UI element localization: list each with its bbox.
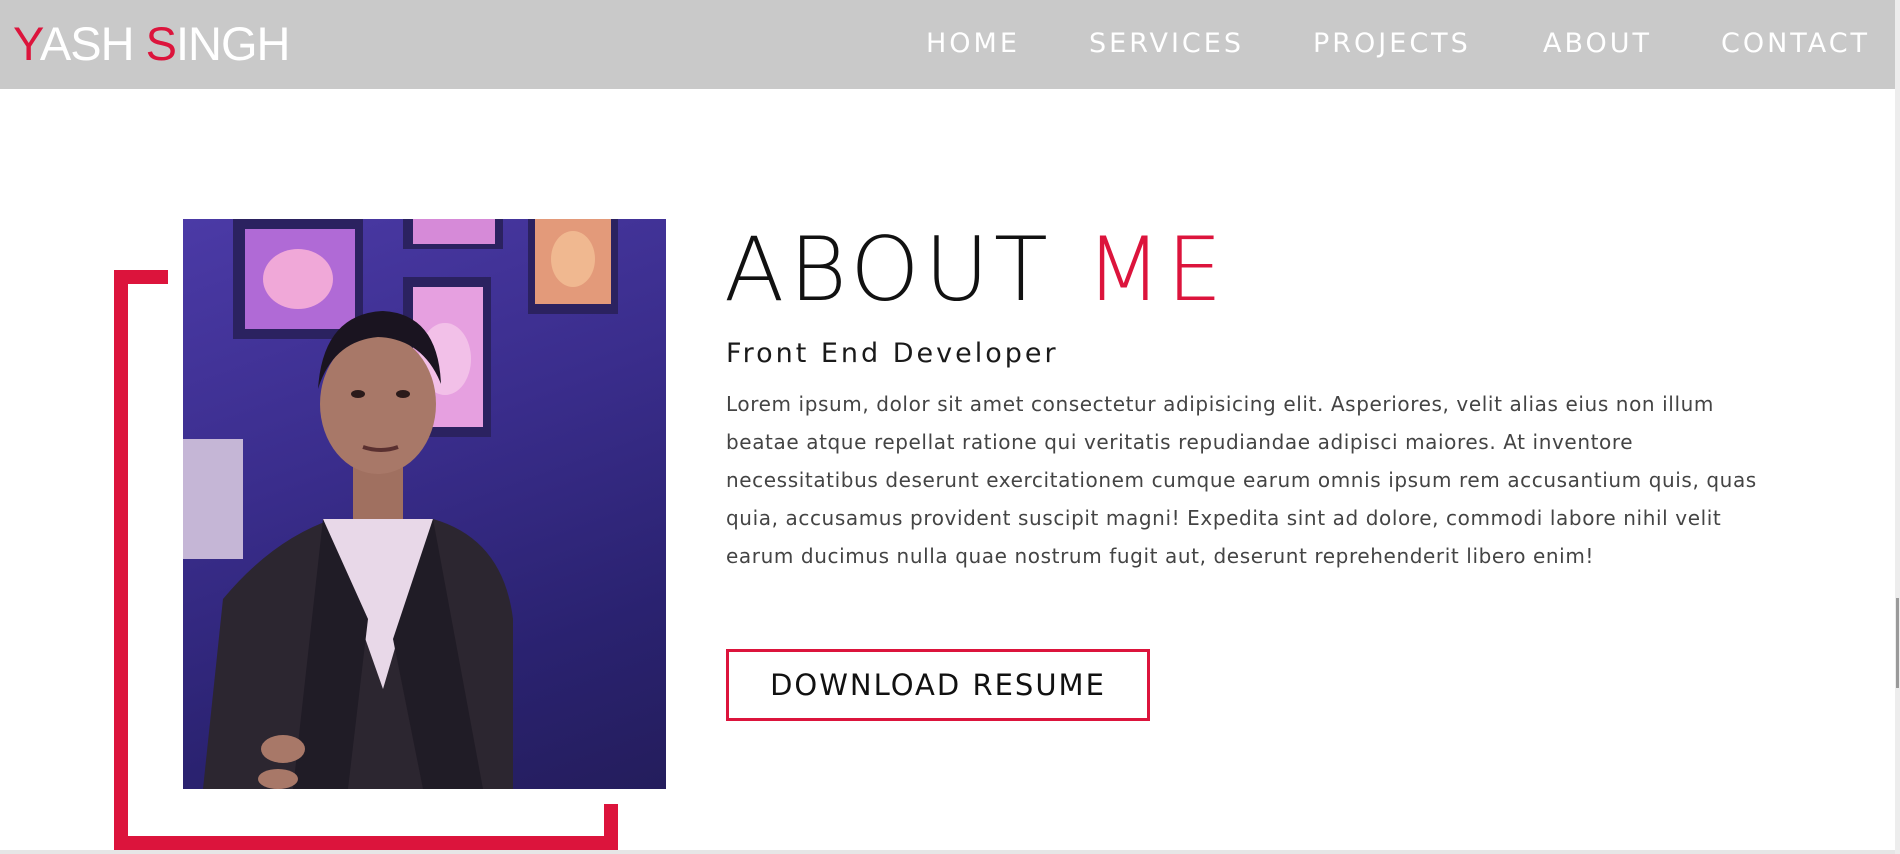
nav-contact[interactable]: CONTACT <box>1721 24 1870 64</box>
logo-initial-s: S <box>145 17 177 70</box>
vertical-scrollbar-track[interactable] <box>1895 0 1900 854</box>
about-heading: ABOUT ME <box>724 220 1227 320</box>
logo-text-ingh: INGH <box>175 17 290 70</box>
nav-home[interactable]: HOME <box>926 24 1020 64</box>
profile-photo-illustration <box>183 219 618 789</box>
about-heading-main: ABOUT <box>724 218 1086 321</box>
about-heading-accent: ME <box>1085 218 1228 321</box>
job-title: Front End Developer <box>726 338 1059 369</box>
site-header: YASH SINGH HOME SERVICES PROJECTS ABOUT … <box>0 0 1895 89</box>
about-bio: Lorem ipsum, dolor sit amet consectetur … <box>726 392 1757 568</box>
logo-initial-y: Y <box>13 17 41 70</box>
download-resume-button[interactable]: DOWNLOAD RESUME <box>726 649 1150 721</box>
nav-projects[interactable]: PROJECTS <box>1313 24 1471 64</box>
site-logo[interactable]: YASH SINGH <box>13 17 290 70</box>
vertical-scrollbar-thumb[interactable] <box>1896 598 1899 688</box>
logo-text-ash: ASH <box>39 17 146 70</box>
photo-frame-left <box>114 270 128 850</box>
photo-frame-bottom <box>114 836 618 850</box>
photo-frame-top <box>114 270 168 284</box>
bottom-scrollbar-track <box>0 850 1895 854</box>
nav-services[interactable]: SERVICES <box>1089 24 1244 64</box>
photo-frame-right <box>604 804 618 850</box>
profile-photo <box>183 219 666 789</box>
nav-about[interactable]: ABOUT <box>1543 24 1652 64</box>
